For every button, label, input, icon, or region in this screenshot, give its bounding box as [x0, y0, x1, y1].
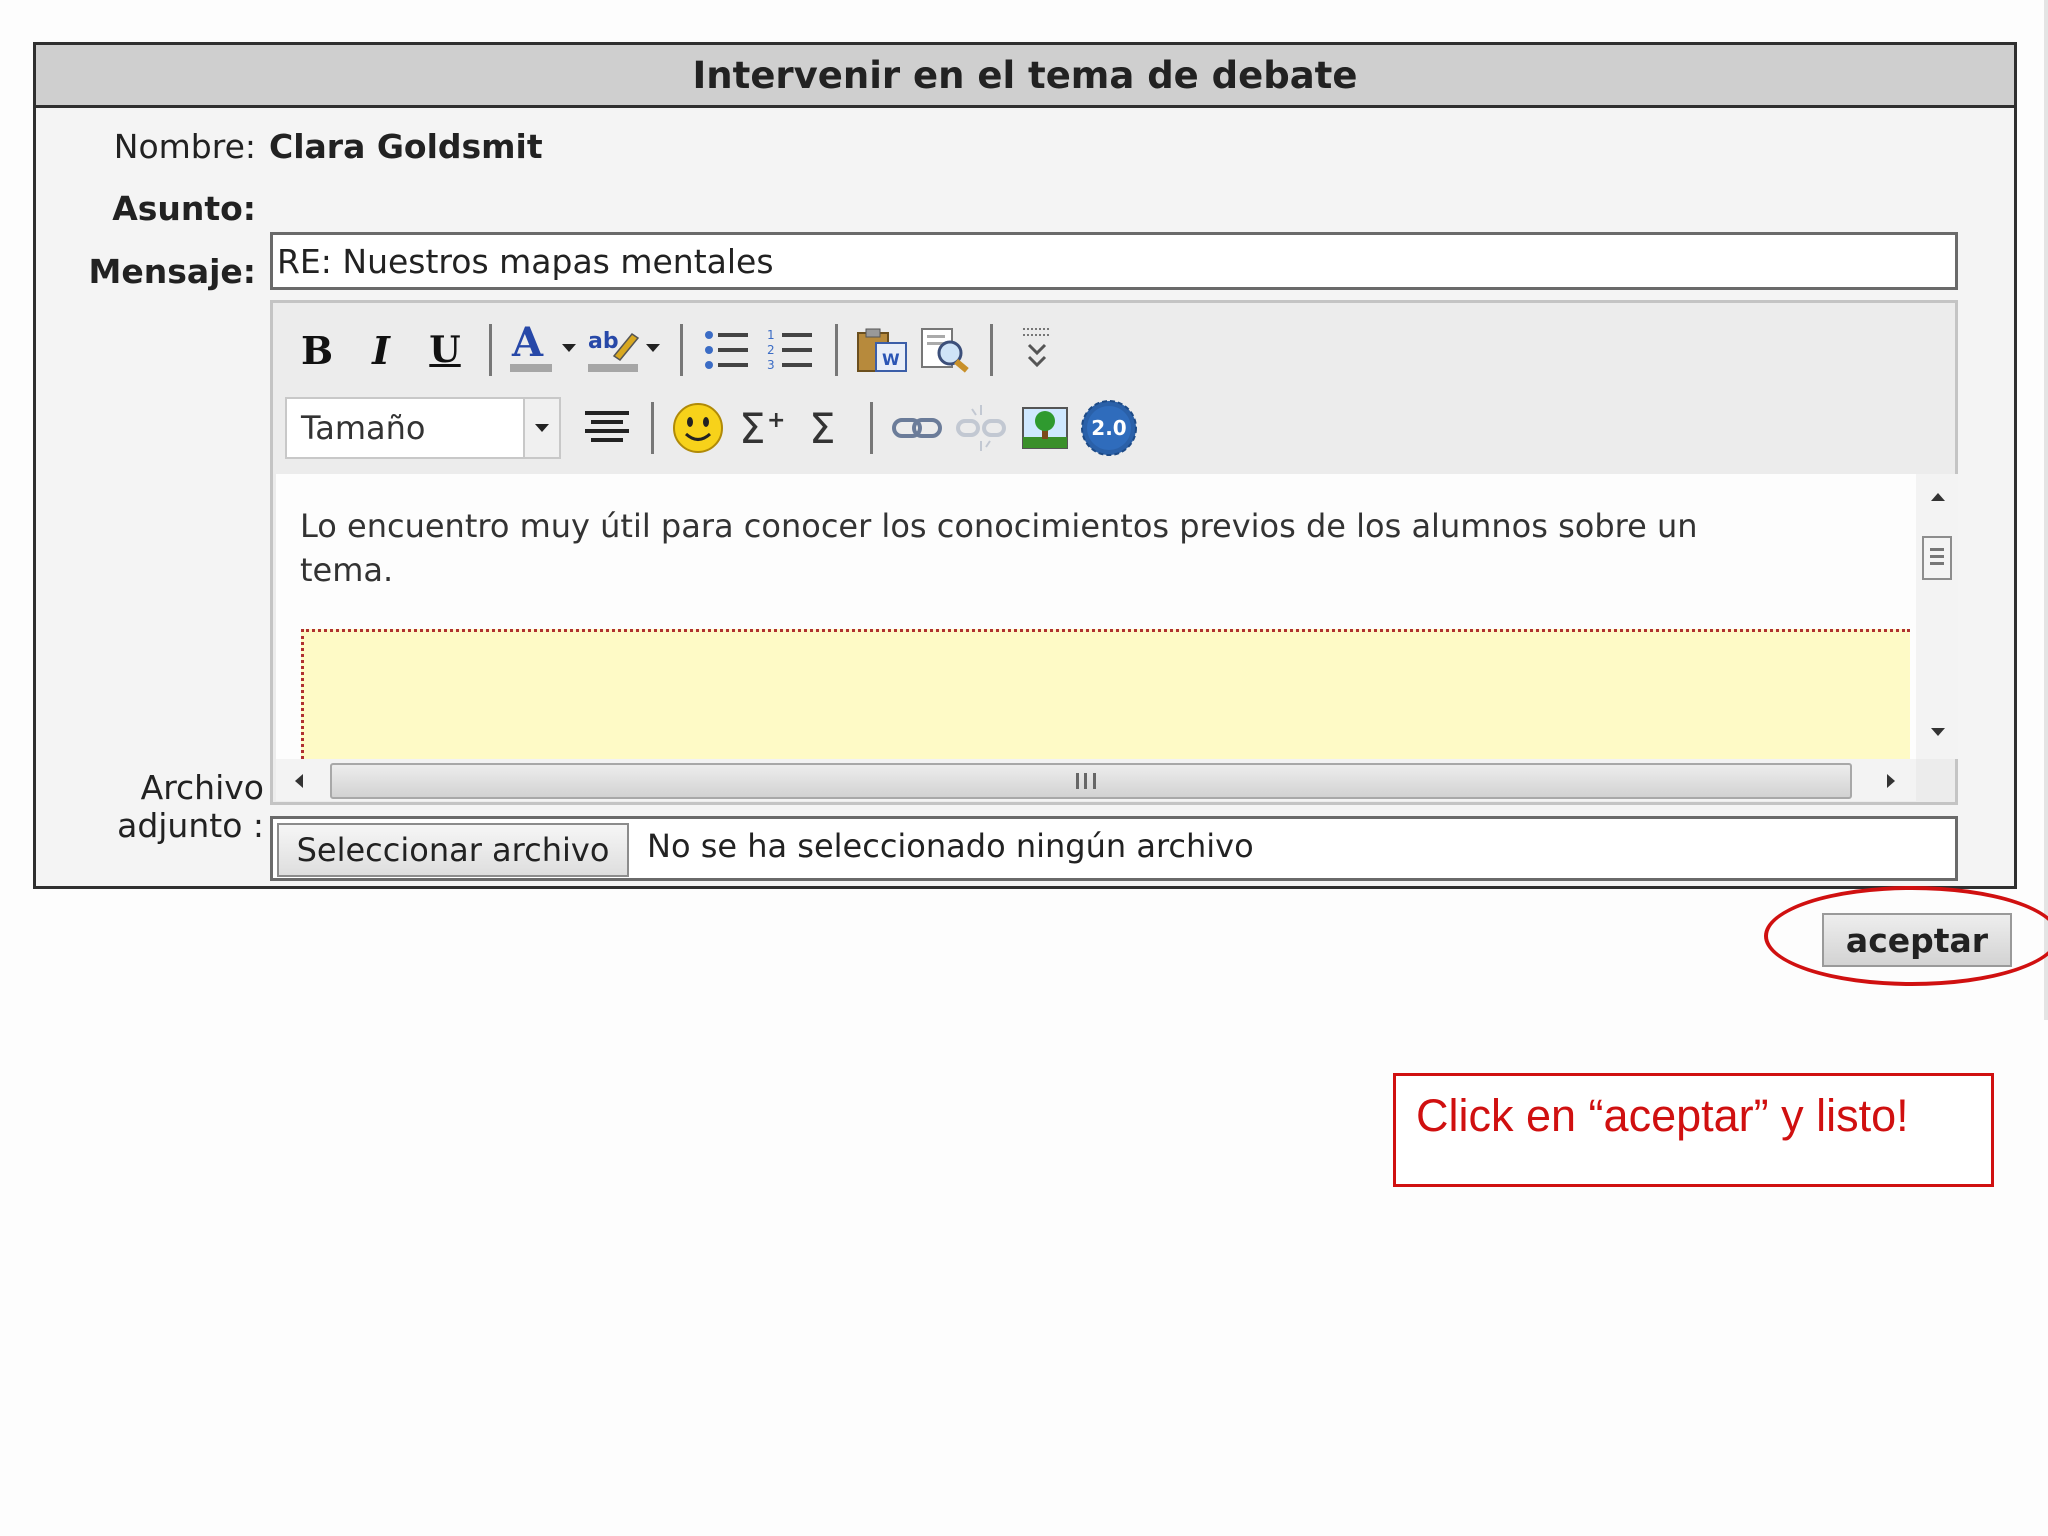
insert-image-button[interactable] [1013, 399, 1077, 457]
scroll-up-arrow-icon[interactable] [1930, 492, 1946, 502]
debate-reply-panel: Intervenir en el tema de debate Nombre: … [33, 42, 2017, 889]
find-button[interactable] [914, 321, 978, 379]
file-status-text: No se ha seleccionado ningún archivo [647, 827, 1254, 865]
svg-text:ab: ab [588, 329, 619, 354]
font-color-icon: A [510, 322, 576, 372]
link-icon [892, 418, 942, 438]
editable-region[interactable] [301, 629, 1910, 759]
italic-icon: I [372, 327, 390, 373]
horizontal-scroll-thumb[interactable] [330, 763, 1852, 799]
paste-word-icon: W [857, 328, 907, 372]
scroll-right-arrow-icon[interactable] [1886, 773, 1896, 789]
font-color-button[interactable]: A [504, 321, 584, 379]
file-attachment-field: Seleccionar archivo No se ha seleccionad… [270, 816, 1958, 881]
nombre-label: Nombre: [113, 127, 256, 166]
svg-text:3: 3 [767, 358, 775, 372]
numbered-list-icon: 1 2 3 [767, 328, 812, 372]
svg-text:Σ: Σ [739, 404, 766, 453]
paste-word-button[interactable]: W [850, 321, 914, 379]
highlight-color-button[interactable]: ab [584, 321, 668, 379]
archivo-label: Archivo adjunto : [96, 769, 264, 845]
smiley-icon [673, 403, 723, 453]
font-size-select[interactable]: Tamaño [285, 397, 525, 459]
web20-icon: 2.0 [1081, 400, 1137, 456]
sum-button[interactable]: Σ [794, 399, 858, 457]
asunto-label: Asunto: [112, 189, 256, 228]
align-center-button[interactable] [575, 399, 639, 457]
unlink-icon [956, 405, 1006, 451]
rich-text-editor: B I U A ab 1 2 3 W Tamaño Σ + Σ 2.0 Lo e… [270, 300, 1958, 805]
link-button[interactable] [885, 399, 949, 457]
underline-icon: U [429, 329, 461, 371]
toolbar-separator [489, 324, 492, 376]
select-file-button[interactable]: Seleccionar archivo [277, 823, 629, 877]
editor-vertical-scrollbar[interactable] [1916, 474, 1958, 759]
toolbar-separator [835, 324, 838, 376]
nombre-value: Clara Goldsmit [269, 127, 543, 166]
svg-text:1: 1 [767, 328, 775, 342]
svg-text:+: + [767, 408, 785, 433]
web20-button[interactable]: 2.0 [1077, 399, 1141, 457]
bold-button[interactable]: B [285, 321, 349, 379]
toolbar-separator [870, 402, 873, 454]
svg-text:A: A [511, 322, 544, 366]
archivo-label-line-1: Archivo [140, 768, 264, 807]
italic-button[interactable]: I [349, 321, 413, 379]
svg-text:2: 2 [767, 343, 775, 357]
vertical-scroll-thumb[interactable] [1922, 536, 1952, 580]
insert-image-icon [1022, 407, 1068, 449]
instruction-note: Click en “aceptar” y listo! [1393, 1073, 1994, 1187]
svg-text:W: W [882, 350, 900, 369]
editor-toolbar-row-2: Tamaño Σ + Σ 2.0 [285, 395, 1141, 461]
highlight-color-icon: ab [588, 329, 660, 372]
toolbar-separator [990, 324, 993, 376]
panel-title: Intervenir en el tema de debate [36, 45, 2014, 108]
scroll-down-arrow-icon[interactable] [1930, 727, 1946, 737]
bullet-list-button[interactable] [695, 321, 759, 379]
smiley-button[interactable] [666, 399, 730, 457]
find-icon [921, 328, 969, 373]
svg-text:Σ: Σ [809, 404, 836, 453]
message-text: Lo encuentro muy útil para conocer los c… [300, 507, 1698, 589]
underline-button[interactable]: U [413, 321, 477, 379]
sum-icon: Σ [809, 404, 836, 453]
sum-plus-icon: Σ + [739, 404, 785, 453]
toolbar-separator [680, 324, 683, 376]
asunto-input[interactable] [270, 232, 1958, 290]
bold-icon: B [300, 327, 334, 373]
sum-plus-button[interactable]: Σ + [730, 399, 794, 457]
unlink-button[interactable] [949, 399, 1013, 457]
highlight-circle [1764, 886, 2048, 986]
editor-horizontal-scrollbar[interactable] [276, 759, 1916, 801]
editor-toolbar-row-1: B I U A ab 1 2 3 W [285, 317, 1069, 383]
scroll-left-arrow-icon[interactable] [294, 773, 304, 789]
font-size-dropdown-button[interactable] [525, 397, 561, 459]
archivo-label-line-2: adjunto : [117, 806, 264, 845]
message-edit-area[interactable]: Lo encuentro muy útil para conocer los c… [276, 474, 1916, 759]
chevron-down-icon [535, 424, 549, 432]
page-scrollbar-edge [2044, 0, 2048, 1020]
more-tools-icon [1023, 328, 1051, 368]
numbered-list-button[interactable]: 1 2 3 [759, 321, 823, 379]
toolbar-separator [651, 402, 654, 454]
align-center-icon [585, 411, 629, 442]
svg-text:2.0: 2.0 [1091, 416, 1126, 440]
mensaje-label: Mensaje: [88, 252, 256, 291]
bullet-list-icon [705, 331, 748, 369]
more-tools-button[interactable] [1005, 321, 1069, 379]
